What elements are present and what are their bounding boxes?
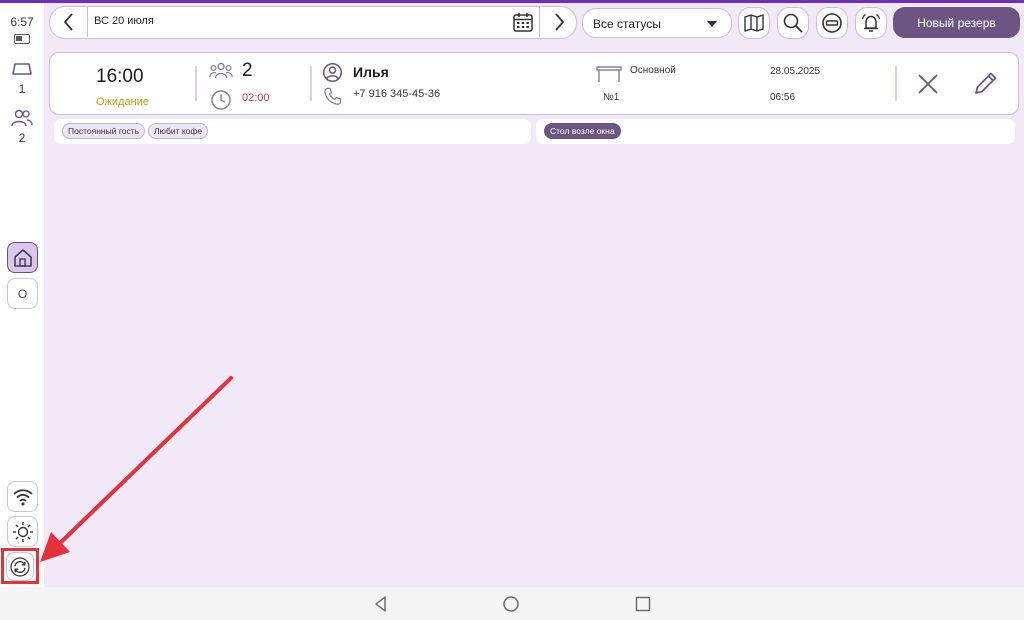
system-navigation-bar [0,587,1024,620]
calendar-icon[interactable] [512,11,534,33]
guest-name: Илья [353,64,389,80]
nav-back-icon[interactable] [372,595,390,613]
divider [310,66,312,101]
table-tags-panel: Стол возле окна [536,119,1015,144]
table-tag: Стол возле окна [544,123,621,139]
search-icon [783,13,803,33]
table-number: №1 [603,92,620,103]
table-icon [596,66,622,82]
nav-home-icon[interactable] [502,595,520,613]
chevron-right-icon [554,13,564,31]
created-date: 28.05.2025 [770,66,821,77]
map-icon [744,14,764,32]
close-icon[interactable] [916,72,940,96]
guest-phone[interactable]: +7 916 345-45-36 [353,88,440,100]
bell-alarm-icon [861,13,881,32]
stop-list-button[interactable] [816,7,848,39]
status-filter-value: Все статусы [593,17,661,31]
edit-pencil-icon[interactable] [971,70,999,98]
caret-down-icon [707,21,717,27]
nav-recents-icon[interactable] [634,595,652,613]
map-button[interactable] [738,7,770,39]
phone-icon [324,87,342,105]
hall-name: Основной [630,65,676,76]
search-button[interactable] [777,7,809,39]
alarm-button[interactable] [855,7,887,39]
status-filter-select[interactable]: Все статусы [582,8,732,38]
created-time: 06:56 [770,92,796,103]
user-icon [322,62,343,83]
new-reservation-button[interactable]: Новый резерв [893,7,1020,38]
block-icon [822,13,842,33]
divider [895,66,897,101]
annotation-arrow [40,376,233,562]
highlight-box [1,548,39,584]
next-day-button[interactable] [539,7,577,37]
